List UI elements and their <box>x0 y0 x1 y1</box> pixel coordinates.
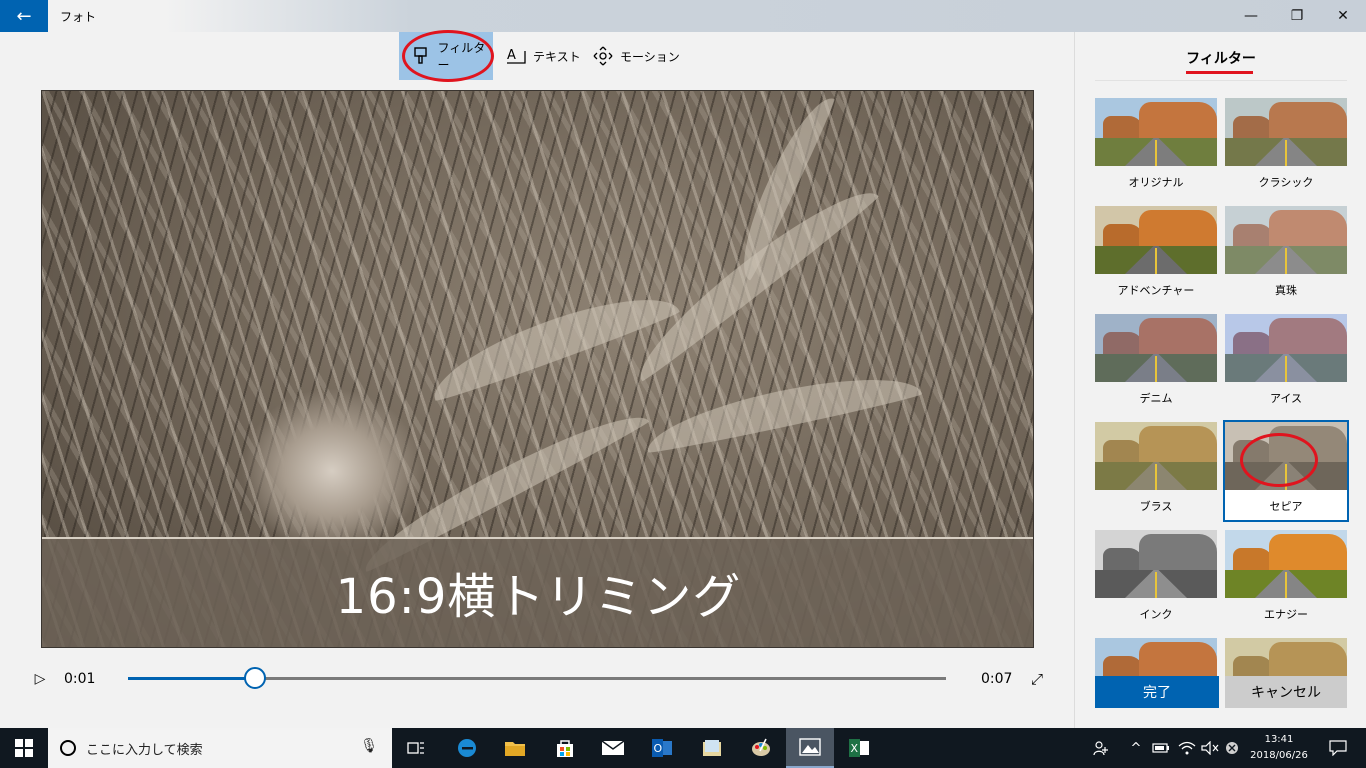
title-underline <box>1186 71 1253 74</box>
filter-thumbnail <box>1095 422 1217 490</box>
taskbar: ここに入力して検索 🎙 O X ^ 13:41 2018/06/26 <box>0 728 1366 768</box>
filter-option[interactable]: アイス <box>1225 314 1347 412</box>
filter-label: クラシック <box>1258 176 1314 189</box>
seek-bar-fill <box>128 677 255 680</box>
input-mode-icon[interactable] <box>1222 728 1242 768</box>
filter-thumbnail <box>1095 530 1217 598</box>
maximize-button[interactable]: ❐ <box>1274 0 1320 32</box>
start-button[interactable] <box>0 728 48 768</box>
mail-icon[interactable] <box>589 728 637 768</box>
microphone-icon[interactable]: 🎙 <box>360 738 378 754</box>
excel-icon[interactable]: X <box>835 728 883 768</box>
filter-tool-button[interactable]: フィルター <box>399 32 493 80</box>
back-button[interactable]: ← <box>0 0 48 32</box>
filter-option[interactable]: アドベンチャー <box>1095 206 1217 304</box>
filter-option[interactable]: クラシック <box>1225 98 1347 196</box>
clock[interactable]: 13:41 2018/06/26 <box>1244 732 1314 764</box>
motion-tool-button[interactable]: モーション <box>592 32 680 80</box>
filter-option[interactable]: インク <box>1095 530 1217 628</box>
filter-label: デニム <box>1139 392 1173 405</box>
clock-time: 13:41 <box>1264 734 1294 745</box>
chevron-up-icon[interactable]: ^ <box>1126 728 1146 768</box>
clock-date: 2018/06/26 <box>1250 750 1308 761</box>
search-placeholder: ここに入力して検索 <box>86 742 203 758</box>
current-time: 0:01 <box>64 671 96 687</box>
motion-icon <box>592 45 614 67</box>
filter-thumbnail <box>1225 530 1347 598</box>
brush-icon <box>411 45 431 67</box>
filter-label: エナジー <box>1264 608 1308 621</box>
filter-grid: オリジナル クラシックアドベンチャー 真珠デニム アイスブラス セピアインク エナジー <box>1075 92 1366 686</box>
panel-title: フィルター <box>1186 51 1256 67</box>
store-icon[interactable] <box>541 728 589 768</box>
cancel-button[interactable]: キャンセル <box>1225 676 1347 708</box>
plant-leaf <box>422 277 682 405</box>
filter-option[interactable]: オリジナル <box>1095 98 1217 196</box>
windows-icon <box>15 739 33 757</box>
filter-label: ブラス <box>1139 500 1173 513</box>
filter-thumbnail <box>1225 422 1347 490</box>
video-preview[interactable]: 16:9横トリミング <box>41 90 1034 648</box>
motion-tool-label: モーション <box>620 49 680 64</box>
close-button[interactable]: ✕ <box>1320 0 1366 32</box>
filter-option[interactable]: ブラス <box>1095 422 1217 520</box>
text-icon: A <box>505 45 527 67</box>
filter-label: 真珠 <box>1275 284 1297 297</box>
filter-option[interactable]: エナジー <box>1225 530 1347 628</box>
filter-thumbnail <box>1225 206 1347 274</box>
filter-label: オリジナル <box>1128 176 1184 189</box>
done-button[interactable]: 完了 <box>1095 676 1219 708</box>
photos-icon[interactable] <box>786 728 834 768</box>
svg-text:X: X <box>851 742 859 755</box>
people-icon[interactable] <box>1088 728 1114 768</box>
battery-icon[interactable] <box>1150 728 1172 768</box>
filter-thumbnail <box>1095 98 1217 166</box>
title-bar: ← フォト — ❐ ✕ <box>0 0 1366 32</box>
wifi-icon[interactable] <box>1176 728 1198 768</box>
volume-muted-icon[interactable] <box>1199 728 1221 768</box>
filter-thumbnail <box>1225 314 1347 382</box>
filter-tool-label: フィルター <box>437 41 486 72</box>
cortana-icon <box>60 740 76 756</box>
app-title: フォト <box>60 10 97 24</box>
filter-thumbnail <box>1225 98 1347 166</box>
svg-text:A: A <box>507 48 516 63</box>
taskbar-search[interactable]: ここに入力して検索 🎙 <box>48 728 392 768</box>
paint-icon[interactable] <box>737 728 785 768</box>
filter-label: インク <box>1139 608 1173 621</box>
filter-thumbnail <box>1095 206 1217 274</box>
edge-icon[interactable] <box>443 728 491 768</box>
expand-icon: ⤢ <box>1030 670 1043 688</box>
minimize-button[interactable]: — <box>1228 0 1274 32</box>
files-icon[interactable] <box>688 728 736 768</box>
filter-label: アイス <box>1269 392 1303 405</box>
filter-label: セピア <box>1269 500 1303 513</box>
arrow-left-icon: ← <box>16 5 32 27</box>
text-tool-label: テキスト <box>533 49 581 64</box>
filter-option[interactable]: 真珠 <box>1225 206 1347 304</box>
play-icon: ▷ <box>34 671 46 687</box>
play-button[interactable]: ▷ <box>30 669 50 689</box>
task-view-icon[interactable] <box>392 728 440 768</box>
seek-thumb[interactable] <box>243 667 266 689</box>
filter-option[interactable]: セピア <box>1223 420 1349 522</box>
filter-thumbnail <box>1095 314 1217 382</box>
file-explorer-icon[interactable] <box>491 728 539 768</box>
notification-icon[interactable] <box>1318 728 1358 768</box>
svg-text:O: O <box>654 742 663 755</box>
plant-leaf <box>623 172 881 384</box>
duration-time: 0:07 <box>981 671 1013 687</box>
divider <box>1095 80 1347 81</box>
video-caption: 16:9横トリミング <box>335 569 742 625</box>
filter-option[interactable]: デニム <box>1095 314 1217 412</box>
outlook-icon[interactable]: O <box>638 728 686 768</box>
text-tool-button[interactable]: A テキスト <box>505 32 581 80</box>
filter-panel: フィルター オリジナル クラシックアドベンチャー 真珠デニム アイスブラス セピアインク… <box>1074 32 1366 728</box>
fullscreen-button[interactable]: ⤢ <box>1027 669 1047 689</box>
filter-label: アドベンチャー <box>1117 284 1195 297</box>
plant-leaf <box>641 362 923 456</box>
